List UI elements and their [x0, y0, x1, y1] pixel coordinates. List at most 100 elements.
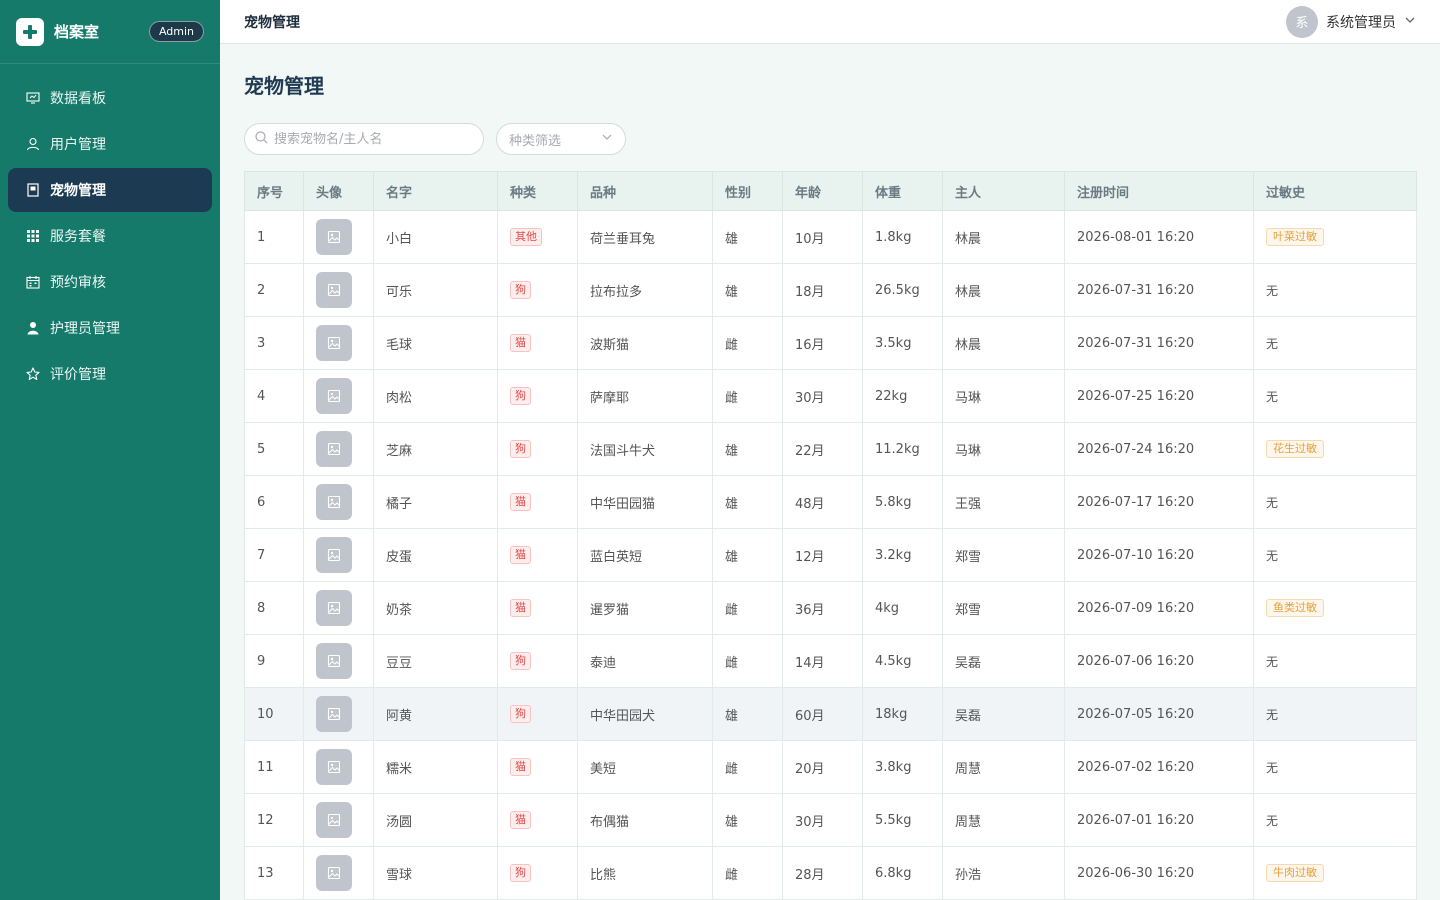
- cell-avatar: [303, 634, 374, 688]
- column-header: 过敏史: [1253, 171, 1417, 211]
- table-row[interactable]: 5 芝麻狗 法国斗牛犬雄 22月 11.2kg 马琳 2026-07-24 16:20 花生过…: [244, 422, 1417, 476]
- type-tag: 狗: [510, 864, 531, 882]
- user-menu[interactable]: 系 系统管理员: [1286, 5, 1416, 38]
- user-name[interactable]: 系统管理员: [1326, 12, 1396, 32]
- cell-type: 猫: [497, 316, 578, 370]
- star-icon: [26, 367, 40, 381]
- cell-type: 狗: [497, 634, 578, 688]
- table-row[interactable]: 4 肉松狗 萨摩耶雌 30月 22kg 马琳 2026-07-25 16:20 无: [244, 369, 1417, 423]
- table-row[interactable]: 11 糯米猫 美短雌 20月 3.8kg 周慧 2026-07-02 16:20 无: [244, 740, 1417, 794]
- image-placeholder-icon: [316, 325, 352, 361]
- cell-gender: 雌: [712, 740, 783, 794]
- cell-gender: 雌: [712, 581, 783, 635]
- cell-breed: 波斯猫: [577, 316, 713, 370]
- type-tag: 其他: [510, 228, 542, 246]
- sidebar-item[interactable]: 数据看板: [8, 76, 212, 120]
- image-placeholder-icon: [316, 272, 352, 308]
- cell-allergy: 鱼类过敏: [1253, 581, 1417, 635]
- cell-breed: 中华田园犬: [577, 687, 713, 741]
- chevron-down-icon: [601, 131, 613, 147]
- cell-name: 雪球: [373, 846, 498, 900]
- cell-no: 2: [244, 263, 304, 317]
- column-header: 名字: [373, 171, 498, 211]
- table-row[interactable]: 12 汤圆猫 布偶猫雄 30月 5.5kg 周慧 2026-07-01 16:20 无: [244, 793, 1417, 847]
- cell-gender: 雌: [712, 369, 783, 423]
- type-filter-select[interactable]: 种类筛选: [496, 123, 626, 155]
- cell-name: 小白: [373, 210, 498, 264]
- cell-gender: 雌: [712, 634, 783, 688]
- table-row[interactable]: 1 小白 其他 荷兰垂耳兔雄 10月 1.8kg 林晨 2026-08-01 16:20 叶菜过…: [244, 210, 1417, 264]
- sidebar-item-label: 预约审核: [50, 275, 106, 291]
- image-placeholder-icon: [316, 696, 352, 732]
- cell-owner: 吴磊: [942, 634, 1065, 688]
- table-row[interactable]: 7 皮蛋猫 蓝白英短雄 12月 3.2kg 郑雪 2026-07-10 16:20 无: [244, 528, 1417, 582]
- page-title: 宠物管理: [244, 74, 324, 98]
- chevron-down-icon[interactable]: [1404, 14, 1416, 30]
- image-placeholder-icon: [316, 219, 352, 255]
- cell-breed: 蓝白英短: [577, 528, 713, 582]
- column-header: 头像: [303, 171, 374, 211]
- cell-no: 13: [244, 846, 304, 900]
- sidebar-item[interactable]: 服务套餐: [8, 214, 212, 258]
- avatar[interactable]: 系: [1286, 5, 1318, 38]
- cell-allergy: 无: [1253, 687, 1417, 741]
- sidebar-item[interactable]: 用户管理: [8, 122, 212, 166]
- image-placeholder-icon: [316, 590, 352, 626]
- cell-name: 奶茶: [373, 581, 498, 635]
- cell-no: 10: [244, 687, 304, 741]
- cell-gender: 雄: [712, 263, 783, 317]
- cell-weight: 3.5kg: [862, 316, 943, 370]
- search-box[interactable]: [244, 123, 484, 155]
- cell-registered: 2026-07-10 16:20: [1064, 528, 1254, 582]
- sidebar-item-label: 护理员管理: [50, 321, 120, 337]
- allergy-tag: 鱼类过敏: [1266, 599, 1324, 617]
- table-row[interactable]: 8 奶茶猫 暹罗猫雌 36月 4kg 郑雪 2026-07-09 16:20 鱼类过敏: [244, 581, 1417, 635]
- image-placeholder-icon: [316, 643, 352, 679]
- cell-type: 猫: [497, 475, 578, 529]
- sidebar-item[interactable]: 宠物管理: [8, 168, 212, 212]
- cell-gender: 雄: [712, 422, 783, 476]
- cell-allergy: 无: [1253, 793, 1417, 847]
- table-row[interactable]: 10 阿黄狗 中华田园犬雄 60月 18kg 吴磊 2026-07-05 16:20 无: [244, 687, 1417, 741]
- image-placeholder-icon: [316, 537, 352, 573]
- cell-allergy: 无: [1253, 263, 1417, 317]
- cell-avatar: [303, 210, 374, 264]
- table-row[interactable]: 13 雪球狗 比熊雌 28月 6.8kg 孙浩 2026-06-30 16:20 牛肉过敏: [244, 846, 1417, 900]
- cell-age: 18月: [782, 263, 863, 317]
- column-header: 体重: [862, 171, 943, 211]
- cell-type: 狗: [497, 263, 578, 317]
- cell-gender: 雄: [712, 793, 783, 847]
- table-row[interactable]: 9 豆豆狗 泰迪雌 14月 4.5kg 吴磊 2026-07-06 16:20 无: [244, 634, 1417, 688]
- search-input[interactable]: [274, 131, 464, 147]
- cell-age: 12月: [782, 528, 863, 582]
- image-placeholder-icon: [316, 431, 352, 467]
- cell-no: 4: [244, 369, 304, 423]
- sidebar-item[interactable]: 评价管理: [8, 352, 212, 396]
- type-tag: 猫: [510, 546, 531, 564]
- cell-name: 汤圆: [373, 793, 498, 847]
- cell-gender: 雄: [712, 475, 783, 529]
- cell-name: 毛球: [373, 316, 498, 370]
- allergy-text: 无: [1266, 707, 1279, 722]
- table-row[interactable]: 2 可乐狗 拉布拉多雄 18月 26.5kg 林晨 2026-07-31 16:20 无: [244, 263, 1417, 317]
- sidebar-item[interactable]: 预约审核: [8, 260, 212, 304]
- sidebar-item-label: 数据看板: [50, 91, 106, 107]
- cell-avatar: [303, 316, 374, 370]
- sidebar-item[interactable]: 护理员管理: [8, 306, 212, 350]
- cell-breed: 荷兰垂耳兔: [577, 210, 713, 264]
- breadcrumb-title: 宠物管理: [244, 14, 300, 31]
- type-tag: 猫: [510, 493, 531, 511]
- cell-breed: 暹罗猫: [577, 581, 713, 635]
- cell-weight: 3.2kg: [862, 528, 943, 582]
- sidebar-item-label: 用户管理: [50, 137, 106, 153]
- cell-avatar: [303, 846, 374, 900]
- column-header: 种类: [497, 171, 578, 211]
- table-row[interactable]: 6 橘子猫 中华田园猫雄 48月 5.8kg 王强 2026-07-17 16:20 无: [244, 475, 1417, 529]
- table-row[interactable]: 3 毛球猫 波斯猫雌 16月 3.5kg 林晨 2026-07-31 16:20 无: [244, 316, 1417, 370]
- cell-type: 狗: [497, 687, 578, 741]
- cell-avatar: [303, 475, 374, 529]
- type-tag: 狗: [510, 652, 531, 670]
- column-header: 品种: [577, 171, 713, 211]
- cell-allergy: 无: [1253, 528, 1417, 582]
- column-header: 年龄: [782, 171, 863, 211]
